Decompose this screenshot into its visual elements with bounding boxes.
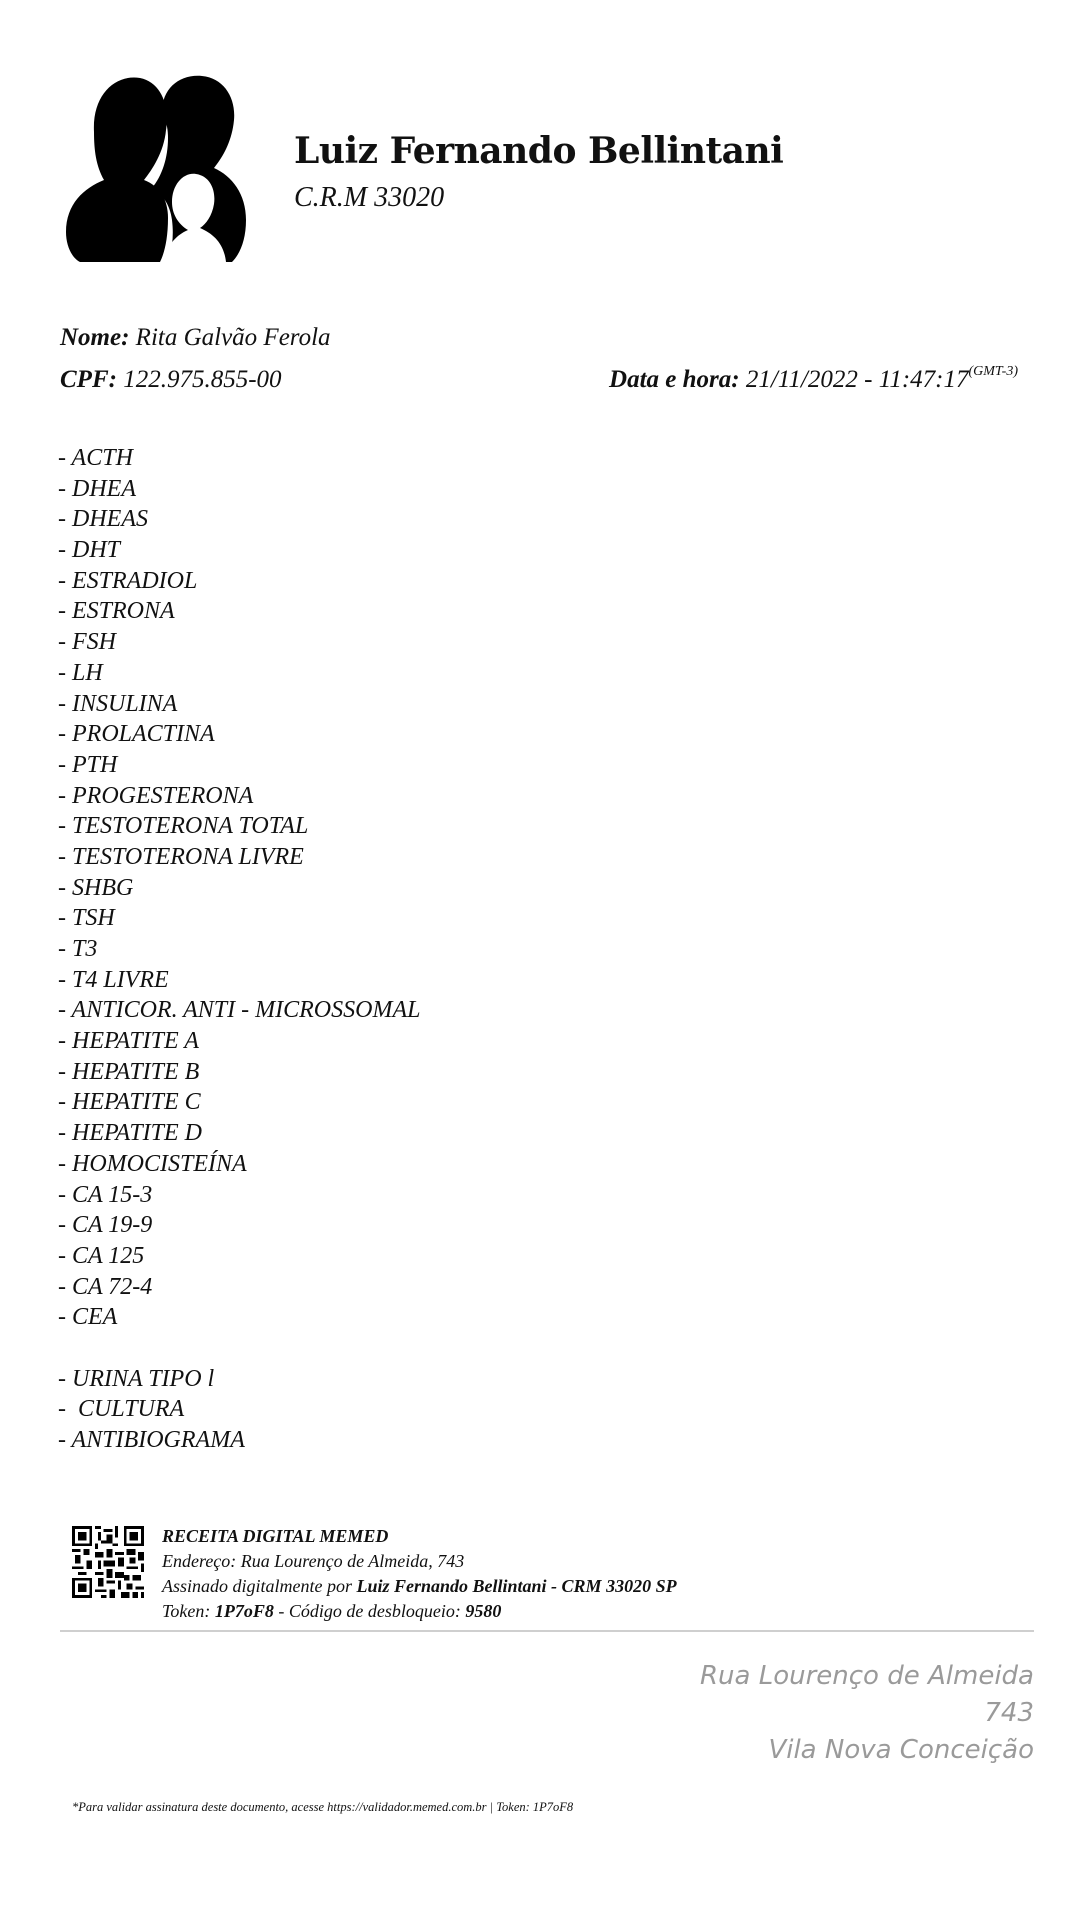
exam-item: - HEPATITE B [58,1058,200,1085]
signature-block: RECEITA DIGITAL MEMED Endereço: Rua Lour… [162,1524,677,1624]
signature-token-line: Token: 1P7oF8 - Código de desbloqueio: 9… [162,1599,677,1624]
exam-item: - DHEA [58,475,136,502]
exam-item: - SHBG [58,874,134,901]
exam-item: - CA 72-4 [58,1273,153,1300]
exam-item: - CA 15-3 [58,1181,153,1208]
exam-item: - CULTURA [58,1396,185,1423]
patient-cpf-label: CPF: [60,366,117,393]
clinic-address: Rua Lourenço de Almeida 743 Vila Nova Co… [700,1658,1034,1769]
exam-list: - ACTH - DHEA - DHEAS - DHT - ESTRADIOL … [58,443,420,1456]
exam-item: - HEPATITE D [58,1120,202,1147]
exam-item: - HEPATITE C [58,1089,201,1116]
exam-item: - PTH [58,751,118,778]
exam-item: - PROLACTINA [58,721,215,748]
patient-cpf: 122.975.855-00 [123,366,282,393]
exam-item: - FSH [58,629,116,656]
patient-name-label: Nome: [60,324,130,351]
signed-by: Luiz Fernando Bellintani - CRM 33020 SP [356,1576,677,1596]
validation-note: *Para validar assinatura deste documento… [72,1800,574,1814]
exam-item: - TSH [58,905,115,932]
exam-item: - ANTIBIOGRAMA [58,1427,245,1453]
exam-item: - INSULINA [58,690,178,717]
exam-item: - ACTH [58,445,133,471]
qr-code-icon [72,1526,144,1598]
doctor-avatar-icon [66,75,246,262]
datetime-label: Data e hora: [609,366,740,393]
exam-item: - T4 LIVRE [58,966,169,993]
exam-item: - HOMOCISTEÍNA [58,1150,247,1177]
patient-name-line: Nome: Rita Galvão Ferola [60,324,331,352]
address-line-2: 743 [984,1698,1034,1728]
signature-address: Endereço: Rua Lourenço de Almeida, 743 [162,1551,465,1571]
exam-item: - ESTRONA [58,598,175,625]
exam-item: - CA 125 [58,1242,145,1269]
exam-item: - ESTRADIOL [58,567,198,594]
token-label: Token: [162,1601,211,1621]
exam-item: - ANTICOR. ANTI - MICROSSOMAL [58,997,421,1024]
doctor-name: Luiz Fernando Bellintani [294,130,784,172]
exam-item: - PROGESTERONA [58,782,254,809]
divider [60,1630,1034,1632]
token-value: 1P7oF8 [214,1601,274,1621]
address-line-3: Vila Nova Conceição [768,1735,1034,1765]
exam-item: - DHT [58,537,121,564]
patient-name: Rita Galvão Ferola [135,324,331,351]
list-spacer [58,1333,420,1364]
datetime-line: Data e hora: 21/11/2022 - 11:47:17(GMT-3… [609,364,1018,394]
exam-item: - DHEAS [58,506,148,533]
exam-item: - CA 19-9 [58,1212,153,1239]
exam-item: - TESTOTERONA LIVRE [58,843,304,870]
patient-cpf-line: CPF: 122.975.855-00 [60,366,282,394]
signed-prefix: Assinado digitalmente por [162,1576,352,1596]
exam-item: - T3 [58,936,98,962]
exam-item: - TESTOTERONA TOTAL [58,813,309,840]
exam-item: - LH [58,659,103,686]
exam-item: - CEA [58,1304,118,1331]
unlock-label: - Código de desbloqueio: [278,1601,461,1621]
signature-signed-line: Assinado digitalmente por Luiz Fernando … [162,1574,677,1599]
address-line-1: Rua Lourenço de Almeida [699,1661,1034,1691]
prescription-page: Luiz Fernando Bellintani C.R.M 33020 Nom… [0,0,1080,1920]
exam-item: - URINA TIPO l [58,1365,215,1392]
exam-item: - HEPATITE A [58,1028,199,1055]
datetime-value: 21/11/2022 - 11:47:17 [745,366,969,393]
signature-title: RECEITA DIGITAL MEMED [162,1526,389,1546]
timezone: (GMT-3) [968,364,1018,379]
unlock-code: 9580 [465,1601,502,1621]
doctor-crm: C.R.M 33020 [294,182,445,213]
